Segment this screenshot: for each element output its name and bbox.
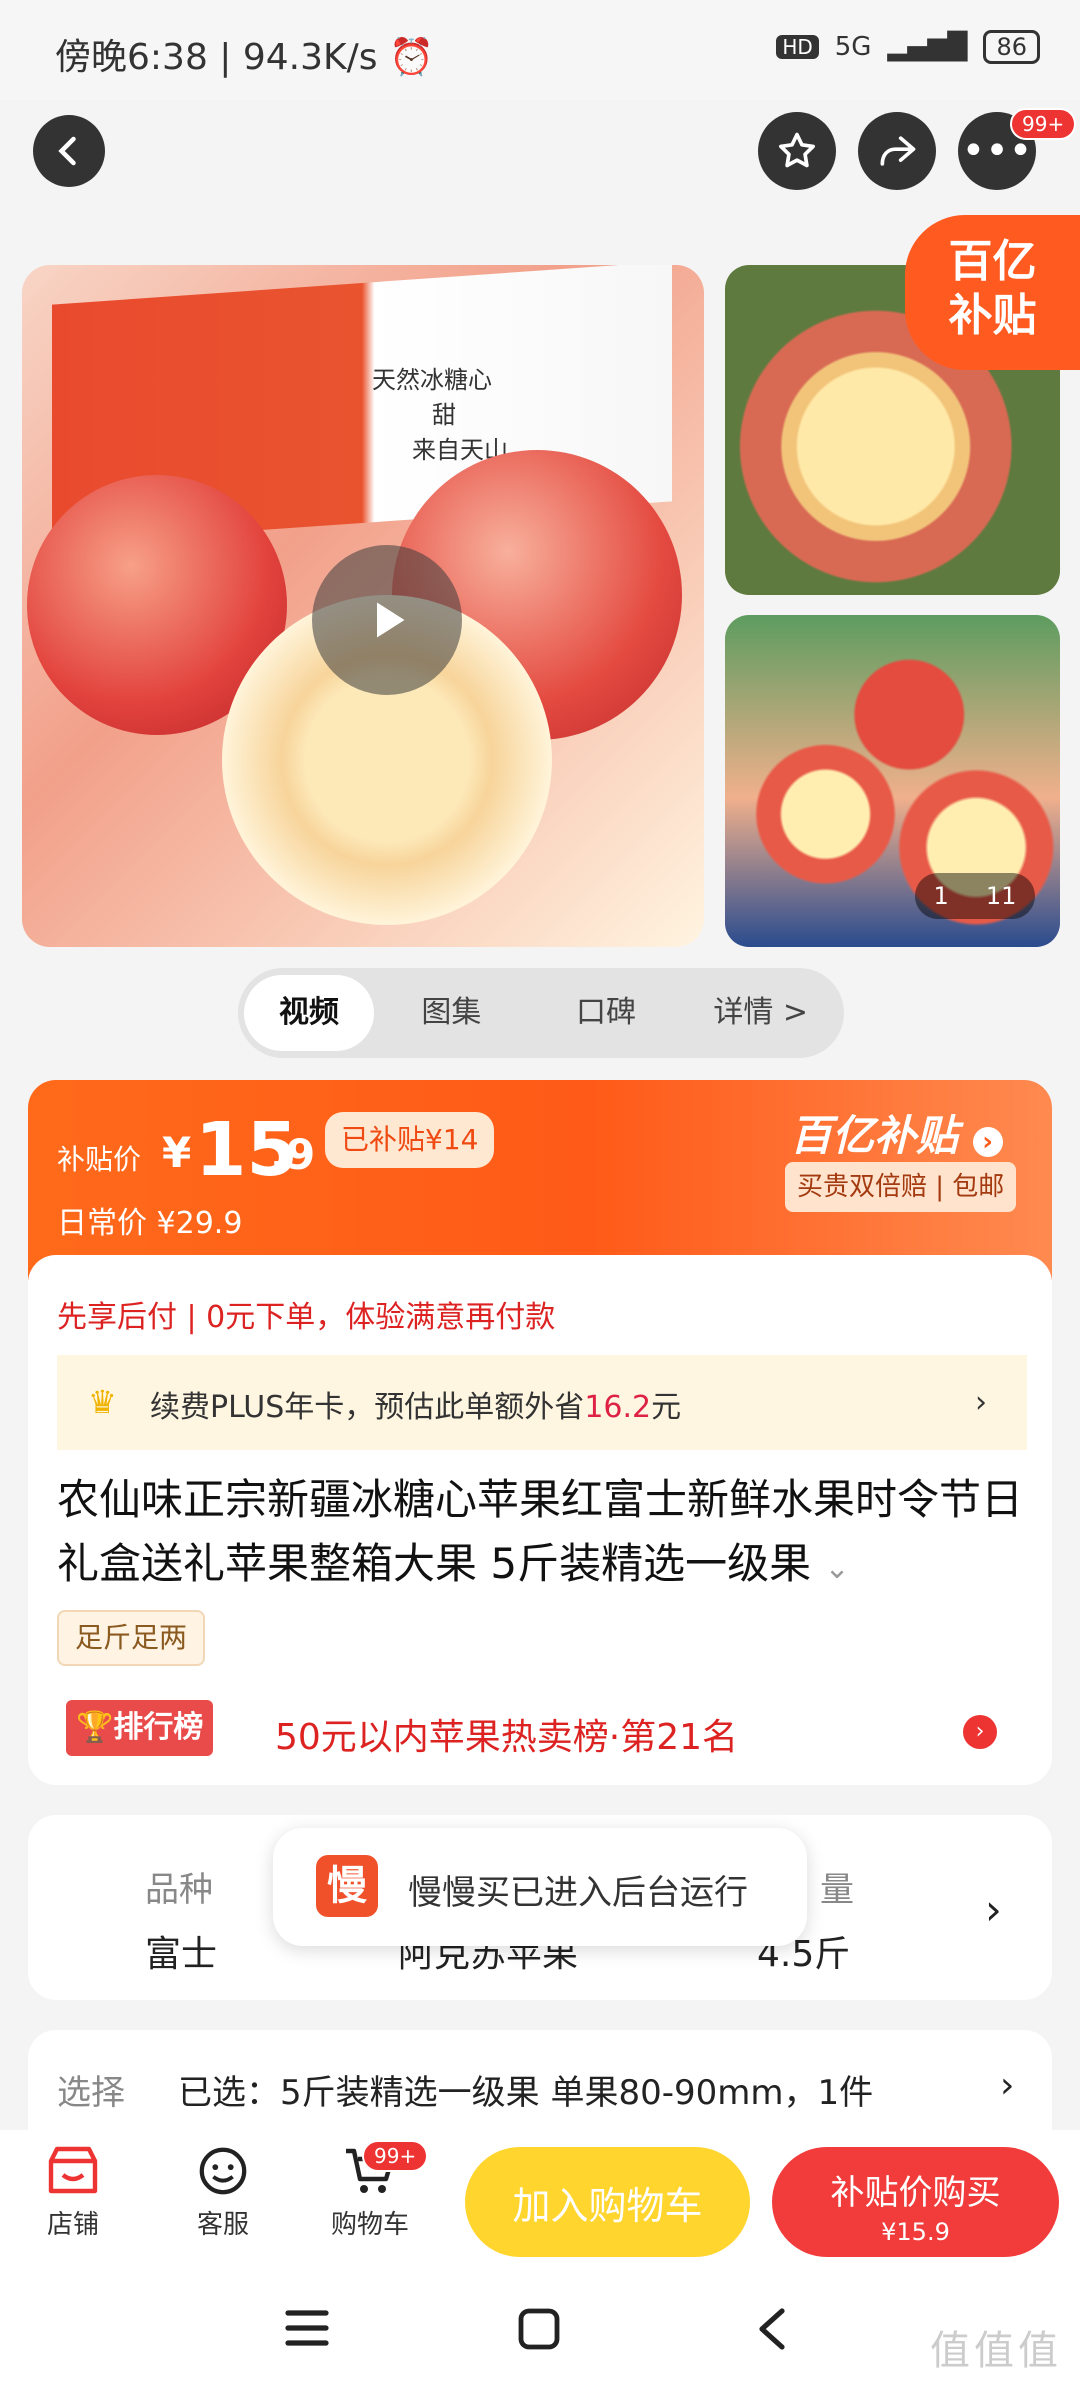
status-bar: 傍晚6:38 | 94.3K/s ⏰ HD 5G ▂▄▆█ 86 (0, 0, 1080, 100)
pay-later-notice[interactable]: 先享后付 | 0元下单，体验满意再付款 (57, 1292, 555, 1336)
daily-price: 日常价 ¥29.9 (57, 1206, 243, 1241)
price-currency: ¥ (162, 1128, 192, 1177)
play-icon (377, 602, 405, 638)
ranking-arrow-icon[interactable]: › (963, 1715, 997, 1749)
add-to-cart-button[interactable]: 加入购物车 (465, 2147, 750, 2257)
spec-weight-label: 量 (820, 1870, 854, 1910)
menu-icon[interactable] (282, 2305, 332, 2355)
expand-chevron-icon[interactable]: ⌄ (824, 1551, 849, 1586)
main-product-image[interactable]: 天然冰糖心 甜 来自天山 (22, 265, 704, 947)
crown-icon: ♛ (88, 1383, 117, 1421)
more-dots-icon: ••• (961, 128, 1033, 174)
trophy-icon: 🏆 (76, 1710, 114, 1745)
plus-text: 续费PLUS年卡，预估此单额外省16.2元 (150, 1390, 682, 1425)
shop-button[interactable]: 店铺 (18, 2145, 128, 2241)
product-title: 农仙味正宗新疆冰糖心苹果红富士新鲜水果时令节日礼盒送礼苹果整箱大果 5斤装精选一… (57, 1475, 1024, 1588)
subsidy-brand-link[interactable]: 百亿补贴 › (790, 1102, 1003, 1163)
signal-icon: 5G (834, 32, 872, 62)
ranking-badge[interactable]: 🏆排行榜 (66, 1700, 214, 1756)
back-nav-icon[interactable] (752, 2305, 792, 2357)
chevron-right-icon: › (972, 1127, 1003, 1157)
share-button[interactable] (858, 112, 936, 190)
toast-text: 慢慢买已进入后台运行 (408, 1873, 748, 1913)
status-time: 傍晚6:38 | 94.3K/s ⏰ (55, 37, 434, 78)
tab-gallery[interactable]: 图集 (374, 975, 529, 1051)
image-counter: 1 11 (915, 873, 1035, 919)
subsidy-corner-badge: 百亿 补贴 (905, 215, 1080, 370)
chevron-right-icon: › (1000, 2065, 1015, 2106)
chevron-right-icon: › (975, 1385, 987, 1420)
watermark-logo: 值值值 (930, 2328, 1062, 2374)
star-icon (779, 132, 815, 168)
back-button[interactable] (33, 115, 105, 187)
app-icon: 慢 (316, 1855, 378, 1917)
selection-value: 已选：5斤装精选一级果 单果80-90mm，1件 (178, 2073, 874, 2113)
signal-bars-icon: ▂▄▆█ (887, 32, 968, 62)
price-decimal: .9 (270, 1130, 316, 1179)
customer-service-button[interactable]: 客服 (168, 2145, 278, 2241)
subsidized-amount-tag: 已补贴¥14 (325, 1112, 495, 1168)
status-icons: HD 5G ▂▄▆█ 86 (776, 30, 1040, 64)
spec-variety-value: 富士 (145, 1934, 218, 1975)
ranking-text[interactable]: 50元以内苹果热卖榜·第21名 (275, 1708, 738, 1760)
play-video-button[interactable] (312, 545, 462, 695)
home-icon[interactable] (515, 2305, 563, 2357)
notification-badge: 99+ (1010, 108, 1077, 140)
back-arrow-icon (58, 136, 76, 166)
share-icon (880, 136, 916, 166)
cart-badge: 99+ (362, 2140, 429, 2172)
selection-label: 选择 (57, 2073, 125, 2113)
guarantee-tag: 买贵双倍赔 | 包邮 (785, 1162, 1017, 1212)
media-tabs: 视频 图集 口碑 详情 > (238, 968, 844, 1058)
battery-icon: 86 (983, 30, 1040, 64)
tab-video[interactable]: 视频 (244, 975, 374, 1051)
box-label: 天然冰糖心 甜 来自天山 (372, 366, 508, 464)
tab-reviews[interactable]: 口碑 (529, 975, 684, 1051)
chevron-right-icon: › (985, 1885, 1002, 1934)
product-tag: 足斤足两 (57, 1610, 206, 1666)
subsidy-price-label: 补贴价 (57, 1143, 142, 1176)
spec-variety-label: 品种 (145, 1870, 213, 1910)
chat-icon (199, 2147, 247, 2195)
shop-icon (48, 2146, 98, 2194)
tab-details[interactable]: 详情 > (683, 975, 838, 1051)
favorite-button[interactable] (758, 112, 836, 190)
buy-now-button[interactable]: 补贴价购买 ¥15.9 (772, 2147, 1059, 2257)
hd-icon: HD (776, 35, 819, 59)
